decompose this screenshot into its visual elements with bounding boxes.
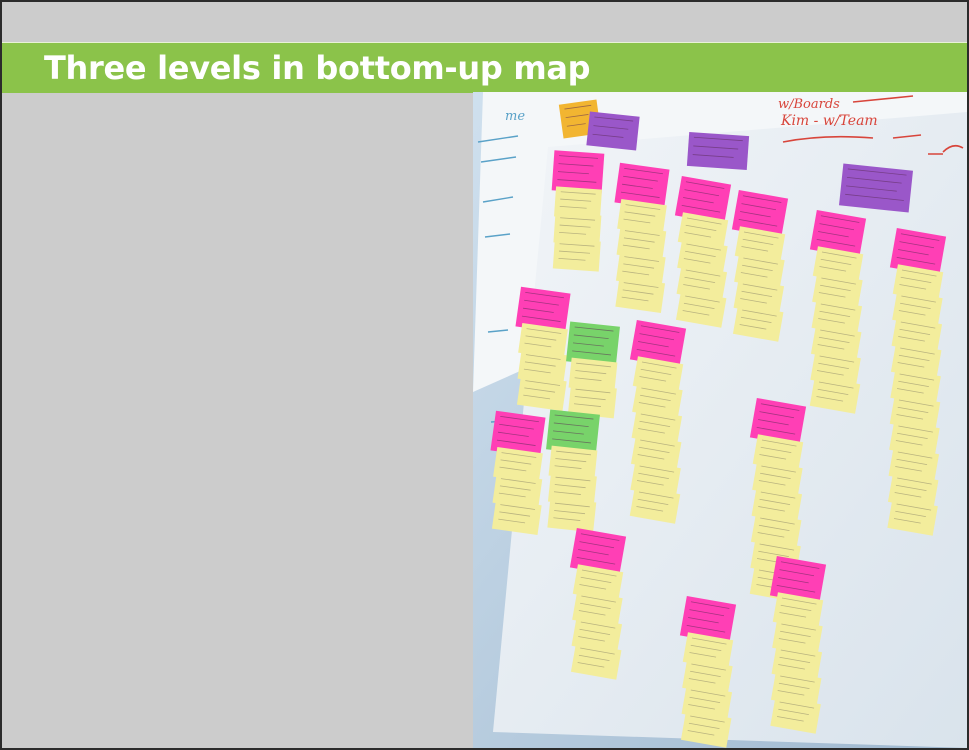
- sticky-item: [615, 276, 666, 314]
- title-bar: Three levels in bottom-up map: [2, 42, 967, 93]
- photo-canvas: w/Boards Kim - w/Team me: [473, 92, 967, 748]
- sticky-item: [491, 498, 542, 536]
- marker-text-me: me: [505, 109, 525, 124]
- marker-text-boards: w/Boards: [778, 97, 840, 112]
- sticky-item: [547, 497, 597, 533]
- slide: Three levels in bottom-up map w/Boards K…: [0, 0, 969, 750]
- slide-title: Three levels in bottom-up map: [44, 49, 591, 87]
- sticky-top-purple: [838, 163, 914, 213]
- marker-text-kim: Kim - w/Team: [780, 113, 878, 129]
- affinity-diagram-photo: w/Boards Kim - w/Team me: [473, 92, 967, 748]
- sticky-item: [516, 374, 567, 412]
